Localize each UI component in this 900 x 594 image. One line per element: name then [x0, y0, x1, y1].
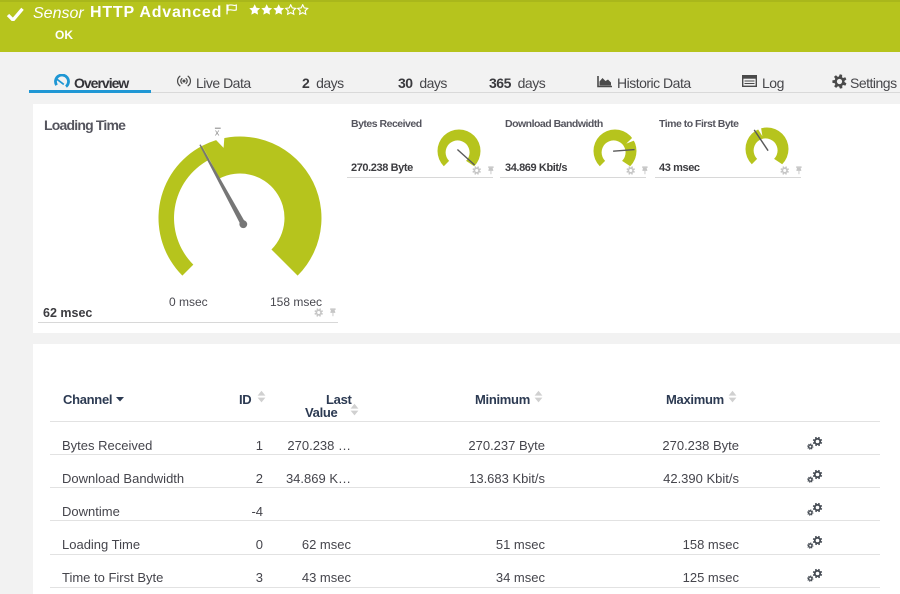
svg-text:x: x [215, 127, 220, 137]
